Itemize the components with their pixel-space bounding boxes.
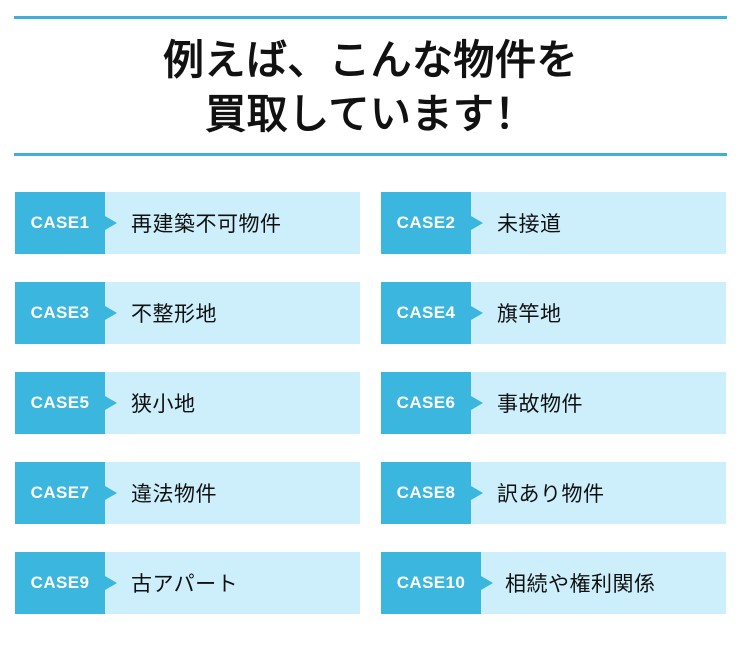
case-row[interactable]: CASE4 旗竿地 xyxy=(381,282,726,345)
case-label: 相続や権利関係 xyxy=(505,573,656,597)
case-badge: CASE9 xyxy=(15,552,117,615)
arrow-right-icon xyxy=(481,576,493,591)
case-badge: CASE8 xyxy=(381,462,483,525)
case-label: 不整形地 xyxy=(131,303,217,327)
arrow-right-icon xyxy=(471,216,483,231)
case-row[interactable]: CASE1 再建築不可物件 xyxy=(15,192,360,255)
arrow-right-icon xyxy=(105,576,117,591)
arrow-right-icon xyxy=(105,396,117,411)
header-rule-bottom xyxy=(14,153,727,157)
case-badge: CASE4 xyxy=(381,282,483,345)
arrow-right-icon xyxy=(105,486,117,501)
case-badge: CASE7 xyxy=(15,462,117,525)
case-badge: CASE1 xyxy=(15,192,117,255)
case-label: 旗竿地 xyxy=(497,303,562,327)
case-badge-label: CASE8 xyxy=(396,483,456,503)
case-badge-label: CASE9 xyxy=(30,573,90,593)
case-row[interactable]: CASE3 不整形地 xyxy=(15,282,360,345)
case-badge: CASE10 xyxy=(381,552,493,615)
case-badge-label: CASE1 xyxy=(30,213,90,233)
arrow-right-icon xyxy=(105,216,117,231)
case-row[interactable]: CASE8 訳あり物件 xyxy=(381,462,726,525)
case-badge: CASE2 xyxy=(381,192,483,255)
case-label: 狭小地 xyxy=(131,393,196,417)
case-row[interactable]: CASE9 古アパート xyxy=(15,552,360,615)
case-badge-label: CASE3 xyxy=(30,303,90,323)
case-label: 未接道 xyxy=(497,213,562,237)
case-badge-label: CASE10 xyxy=(396,573,466,593)
case-badge-label: CASE6 xyxy=(396,393,456,413)
case-row[interactable]: CASE7 違法物件 xyxy=(15,462,360,525)
case-grid: CASE1 再建築不可物件 CASE2 未接道 CASE3 不整形地 CASE4 xyxy=(0,192,741,615)
case-list-page: 例えば、こんな物件を 買取しています！ CASE1 再建築不可物件 CASE2 … xyxy=(0,16,741,656)
case-badge: CASE5 xyxy=(15,372,117,435)
case-badge: CASE3 xyxy=(15,282,117,345)
case-badge-label: CASE4 xyxy=(396,303,456,323)
arrow-right-icon xyxy=(471,306,483,321)
case-row[interactable]: CASE2 未接道 xyxy=(381,192,726,255)
case-label: 古アパート xyxy=(131,573,239,597)
case-label: 訳あり物件 xyxy=(497,483,605,507)
page-title: 例えば、こんな物件を 買取しています！ xyxy=(163,37,578,138)
case-label: 事故物件 xyxy=(497,393,583,417)
case-badge: CASE6 xyxy=(381,372,483,435)
case-badge-label: CASE7 xyxy=(30,483,90,503)
case-row[interactable]: CASE5 狭小地 xyxy=(15,372,360,435)
case-label: 再建築不可物件 xyxy=(131,213,282,237)
case-label: 違法物件 xyxy=(131,483,217,507)
case-row[interactable]: CASE6 事故物件 xyxy=(381,372,726,435)
case-badge-label: CASE2 xyxy=(396,213,456,233)
case-badge-label: CASE5 xyxy=(30,393,90,413)
arrow-right-icon xyxy=(105,306,117,321)
case-row[interactable]: CASE10 相続や権利関係 xyxy=(381,552,726,615)
page-header: 例えば、こんな物件を 買取しています！ xyxy=(0,16,741,157)
arrow-right-icon xyxy=(471,486,483,501)
arrow-right-icon xyxy=(471,396,483,411)
